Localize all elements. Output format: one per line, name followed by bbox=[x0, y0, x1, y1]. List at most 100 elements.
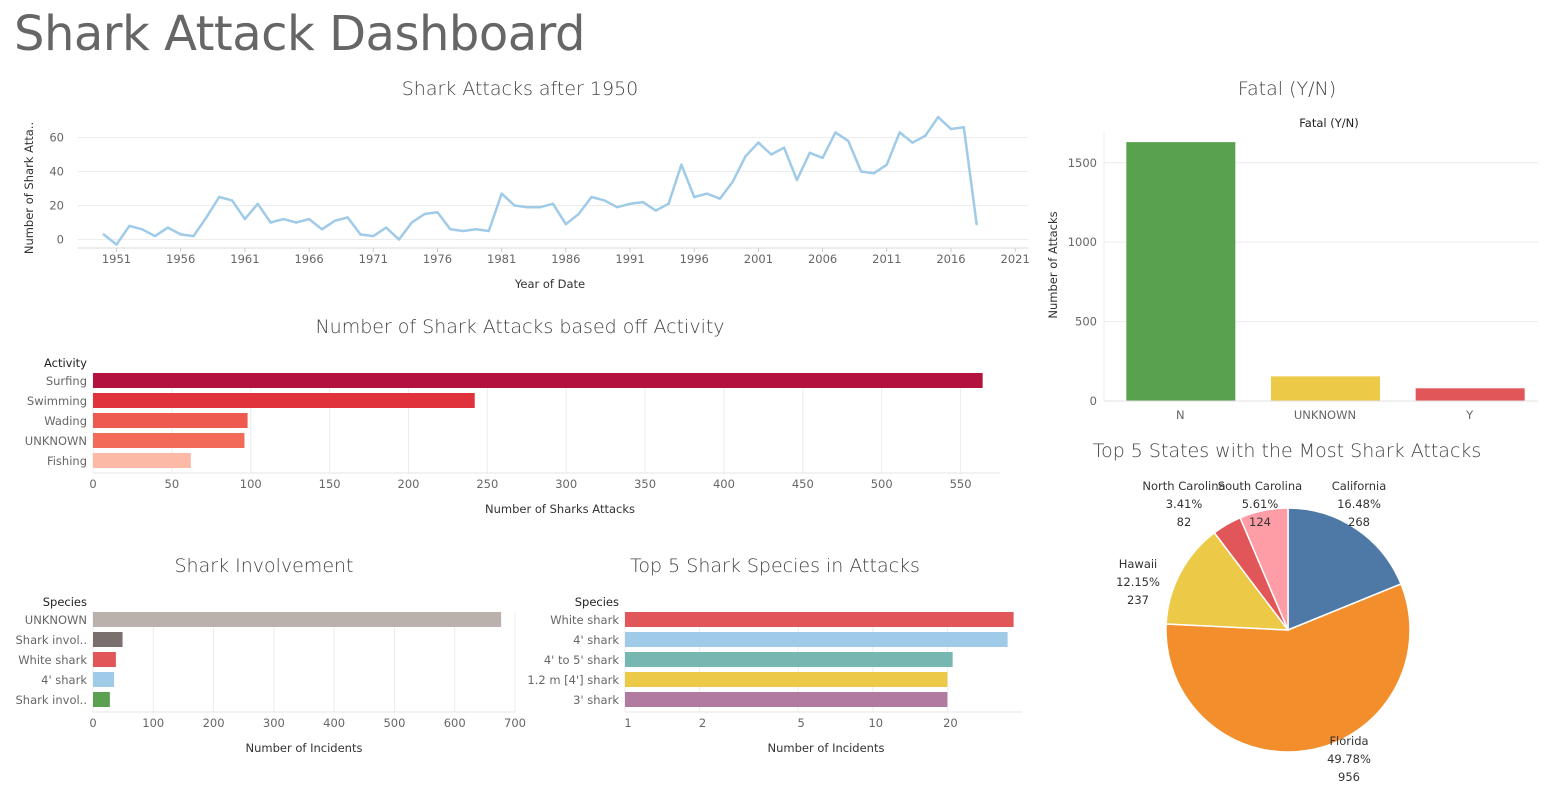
involvement-x-tick: 200 bbox=[203, 716, 225, 730]
activity-x-tick: 400 bbox=[713, 477, 735, 491]
fatal-y-tick: 0 bbox=[1090, 394, 1097, 408]
line-point bbox=[295, 221, 298, 224]
species-x-tick: 2 bbox=[699, 716, 706, 730]
activity-category-label: Wading bbox=[44, 414, 87, 428]
involvement-x-label: Number of Incidents bbox=[246, 741, 363, 755]
line-point bbox=[205, 216, 208, 219]
line-point bbox=[153, 234, 157, 238]
involvement-bar bbox=[93, 612, 502, 627]
pie-percent: 16.48% bbox=[1337, 497, 1381, 511]
line-point bbox=[564, 223, 568, 226]
line-y-tick: 60 bbox=[49, 131, 64, 145]
activity-bar bbox=[93, 433, 245, 448]
species-category-label: 1.2 m [4'] shark bbox=[527, 673, 619, 687]
line-point bbox=[243, 217, 247, 221]
line-y-tick: 40 bbox=[49, 165, 64, 179]
activity-category-label: Surfing bbox=[46, 374, 87, 388]
line-x-tick: 1966 bbox=[294, 252, 323, 266]
activity-chart: 0 50 100 150 200 250 300 350 400 450 500 550 Activit… bbox=[25, 356, 1000, 516]
involvement-x-tick: 100 bbox=[142, 716, 164, 730]
line-point bbox=[128, 224, 131, 228]
line-point bbox=[192, 234, 195, 238]
line-x-tick: 1991 bbox=[615, 252, 644, 266]
line-x-tick: 1976 bbox=[423, 252, 452, 266]
species-x-tick: 5 bbox=[798, 716, 805, 730]
line-y-label: Number of Shark Atta.. bbox=[22, 122, 36, 254]
fatal-bar bbox=[1415, 388, 1525, 401]
activity-category-label: Fishing bbox=[47, 454, 87, 468]
species-bar bbox=[625, 692, 948, 707]
line-point bbox=[500, 192, 503, 195]
species-bar bbox=[625, 652, 953, 667]
line-point bbox=[397, 238, 401, 241]
line-point bbox=[898, 131, 901, 134]
pie-count: 237 bbox=[1127, 593, 1149, 607]
line-point bbox=[847, 139, 850, 143]
activity-category-header: Activity bbox=[44, 356, 87, 370]
line-point bbox=[372, 234, 375, 238]
line-point bbox=[282, 217, 285, 221]
involvement-bar bbox=[93, 672, 115, 687]
species-category-header: Species bbox=[575, 595, 619, 609]
involvement-category-label: 4' shark bbox=[41, 673, 87, 687]
pie-label: North Carolina bbox=[1142, 479, 1225, 493]
species-x-label: Number of Incidents bbox=[768, 741, 885, 755]
line-x-tick: 2016 bbox=[936, 252, 965, 266]
species-x-tick: 10 bbox=[868, 716, 883, 730]
line-point bbox=[436, 211, 439, 214]
species-x-tick: 1 bbox=[624, 716, 631, 730]
pie-percent: 12.15% bbox=[1116, 575, 1160, 589]
involvement-x-tick: 0 bbox=[89, 716, 96, 730]
line-point bbox=[808, 151, 811, 154]
species-bar bbox=[625, 672, 948, 687]
activity-bar bbox=[93, 413, 248, 428]
line-x-tick: 1986 bbox=[551, 252, 580, 266]
species-category-label: 4' shark bbox=[573, 633, 619, 647]
line-x-tick: 1996 bbox=[680, 252, 709, 266]
line-point bbox=[590, 195, 593, 199]
fatal-category-label: Y bbox=[1465, 408, 1474, 422]
line-point bbox=[513, 204, 516, 207]
line-point bbox=[731, 180, 734, 183]
species-category-label: 4' to 5' shark bbox=[544, 653, 620, 667]
pie-count: 268 bbox=[1348, 515, 1370, 529]
involvement-chart: 0 100 200 300 400 500 600 700 Species UNKNOWN Shar… bbox=[15, 595, 525, 755]
activity-x-tick: 50 bbox=[165, 477, 180, 491]
line-point bbox=[962, 126, 966, 129]
line-point bbox=[693, 195, 696, 199]
line-point bbox=[834, 131, 837, 134]
line-x-tick: 2021 bbox=[1001, 252, 1030, 266]
involvement-category-label: Shark invol.. bbox=[15, 633, 87, 647]
line-point bbox=[320, 228, 324, 231]
fatal-bar bbox=[1126, 142, 1236, 401]
line-point bbox=[757, 141, 760, 144]
line-point bbox=[384, 226, 388, 229]
activity-x-tick: 100 bbox=[240, 477, 262, 491]
dashboard-charts: 02040601951 1956 1961 1966 1971 1976 1981 1986 1… bbox=[15, 115, 1538, 784]
activity-x-tick: 500 bbox=[871, 477, 893, 491]
line-point bbox=[782, 146, 786, 149]
fatal-category-label: UNKNOWN bbox=[1294, 408, 1356, 422]
line-point bbox=[770, 153, 773, 156]
line-y-tick: 0 bbox=[57, 233, 64, 247]
line-point bbox=[551, 202, 555, 205]
fatal-y-label: Number of Attacks bbox=[1046, 211, 1060, 318]
line-point bbox=[359, 233, 362, 236]
activity-x-label: Number of Sharks Attacks bbox=[485, 502, 635, 516]
line-point bbox=[885, 163, 888, 166]
involvement-category-label: UNKNOWN bbox=[25, 613, 87, 627]
activity-bar bbox=[93, 393, 475, 408]
line-point bbox=[307, 217, 311, 221]
activity-x-tick: 300 bbox=[555, 477, 577, 491]
line-point bbox=[615, 206, 619, 209]
activity-bar bbox=[93, 453, 191, 468]
line-x-tick: 1956 bbox=[166, 252, 195, 266]
species-category-label: White shark bbox=[550, 613, 619, 627]
activity-x-tick: 0 bbox=[89, 477, 96, 491]
pie-label: Hawaii bbox=[1119, 557, 1158, 571]
involvement-x-tick: 600 bbox=[444, 716, 466, 730]
pie-percent: 5.61% bbox=[1242, 497, 1279, 511]
line-point bbox=[526, 206, 529, 209]
pie-percent: 49.78% bbox=[1327, 752, 1371, 766]
line-point bbox=[718, 197, 722, 200]
